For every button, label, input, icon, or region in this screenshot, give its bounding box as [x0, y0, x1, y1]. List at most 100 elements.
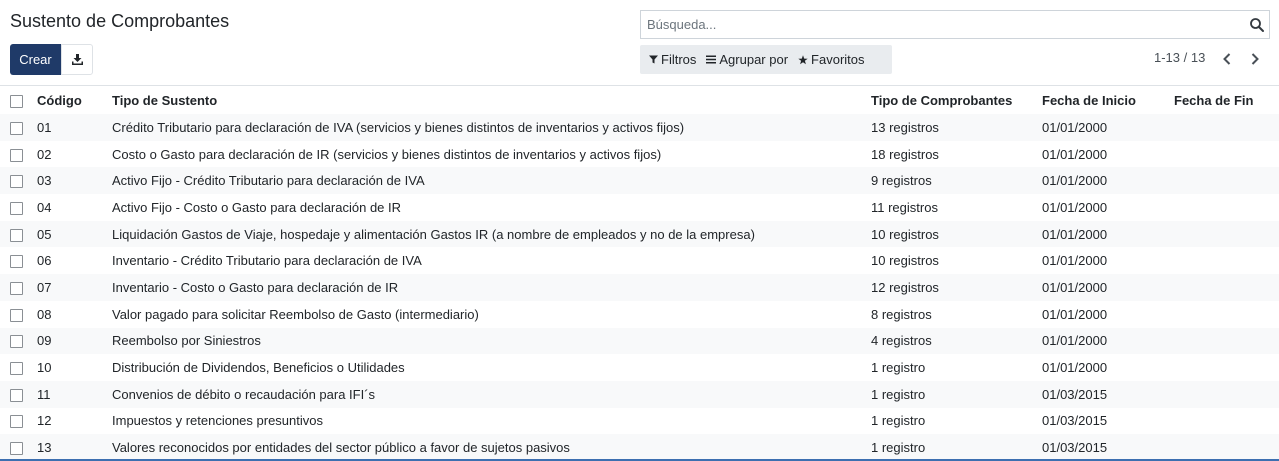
search-options-bar: Filtros Agrupar por Favoritos	[640, 45, 892, 74]
row-checkbox-cell	[0, 381, 37, 408]
table-row[interactable]: 06 Inventario - Crédito Tributario para d…	[0, 247, 1279, 274]
create-button[interactable]: Crear	[10, 44, 61, 75]
column-header-tipo-sustento[interactable]: Tipo de Sustento	[112, 86, 871, 114]
column-header-fecha-fin[interactable]: Fecha de Fin	[1174, 86, 1279, 114]
cell-fecha-inicio: 01/01/2000	[1042, 253, 1108, 269]
row-checkbox[interactable]	[10, 228, 23, 242]
table-row[interactable]: 13 Valores reconocidos por entidades del …	[0, 434, 1279, 461]
download-button[interactable]	[61, 44, 93, 75]
column-header-tipo-comprobantes[interactable]: Tipo de Comprobantes	[871, 86, 1042, 114]
table-row[interactable]: 01 Crédito Tributario para declaración de…	[0, 114, 1279, 141]
cell-tipo-comprobantes: 10 registros	[871, 253, 939, 269]
row-checkbox-cell	[0, 274, 37, 301]
column-header-codigo[interactable]: Código	[37, 86, 112, 114]
column-header-fecha-inicio[interactable]: Fecha de Inicio	[1042, 86, 1174, 114]
table-row[interactable]: 09 Reembolso por Siniestros 4 registros 01/…	[0, 327, 1279, 355]
cell-fecha-fin	[1174, 247, 1279, 274]
row-checkbox[interactable]	[10, 121, 23, 135]
pager-value[interactable]: 1-13 / 13	[1154, 50, 1205, 65]
records-table: Código Tipo de Sustento Tipo de Comproba…	[0, 86, 1279, 461]
chevron-left-icon	[1223, 53, 1231, 65]
row-checkbox-cell	[0, 301, 37, 328]
cell-codigo: 04	[37, 199, 52, 215]
download-icon	[71, 54, 83, 65]
row-checkbox[interactable]	[10, 282, 23, 295]
row-checkbox-cell	[0, 141, 37, 168]
cell-codigo: 02	[37, 146, 52, 162]
cell-fecha-inicio: 01/03/2015	[1042, 413, 1108, 429]
cell-tipo-comprobantes: 11 registros	[871, 199, 938, 215]
cell-fecha-fin	[1174, 167, 1279, 194]
cell-codigo: 08	[37, 306, 52, 322]
cell-codigo: 11	[37, 386, 51, 402]
cell-fecha-fin	[1174, 114, 1279, 141]
cell-fecha-inicio: 01/01/2000	[1042, 279, 1108, 295]
cell-fecha-inicio: 01/01/2000	[1042, 173, 1108, 189]
row-checkbox[interactable]	[10, 175, 23, 189]
favorites-label: Favoritos	[811, 52, 865, 67]
table-row[interactable]: 04 Activo Fijo - Costo o Gasto para decla…	[0, 194, 1279, 221]
row-checkbox[interactable]	[10, 442, 23, 456]
search-input[interactable]	[641, 11, 1241, 38]
row-checkbox-cell	[0, 247, 37, 274]
cell-codigo: 10	[37, 360, 52, 376]
cell-fecha-fin	[1174, 141, 1279, 168]
cell-codigo: 07	[37, 279, 52, 295]
filters-label: Filtros	[661, 52, 697, 67]
table-row[interactable]: 07 Inventario - Costo o Gasto para declar…	[0, 274, 1279, 301]
pager-next-button[interactable]	[1247, 50, 1263, 68]
cell-fecha-fin	[1174, 408, 1279, 435]
cell-tipo-sustento: Costo o Gasto para declaración de IR (se…	[112, 146, 662, 162]
filters-button[interactable]: Filtros	[640, 45, 701, 74]
cell-tipo-sustento: Convenios de débito o recaudación para I…	[112, 386, 376, 402]
table-row[interactable]: 05 Liquidación Gastos de Viaje, hospedaje…	[0, 220, 1279, 248]
pager-previous-button[interactable]	[1219, 50, 1235, 68]
cell-tipo-sustento: Activo Fijo - Crédito Tributario para de…	[112, 173, 425, 189]
cell-codigo: 05	[37, 226, 52, 242]
group-by-button[interactable]: Agrupar por	[701, 45, 793, 74]
row-checkbox[interactable]	[10, 362, 23, 376]
row-checkbox[interactable]	[10, 201, 23, 215]
cell-tipo-comprobantes: 1 registro	[871, 413, 926, 429]
row-checkbox-cell	[0, 328, 37, 355]
cell-tipo-comprobantes: 1 registro	[871, 360, 926, 376]
row-checkbox[interactable]	[10, 148, 23, 162]
cell-fecha-fin	[1174, 194, 1279, 221]
cell-fecha-fin	[1174, 381, 1279, 408]
search-icon[interactable]	[1249, 17, 1265, 33]
cell-codigo: 06	[37, 253, 52, 269]
table-row[interactable]: 12 Impuestos y retenciones presuntivos 1 r…	[0, 408, 1279, 435]
cell-tipo-comprobantes: 12 registros	[871, 279, 939, 295]
row-checkbox[interactable]	[10, 388, 23, 402]
row-checkbox[interactable]	[10, 335, 23, 349]
table-row[interactable]: 08 Valor pagado para solicitar Reembolso …	[0, 301, 1279, 328]
cell-fecha-inicio: 01/03/2015	[1042, 440, 1108, 456]
row-checkbox[interactable]	[10, 415, 23, 429]
chevron-right-icon	[1251, 53, 1259, 65]
page-title: Sustento de Comprobantes	[10, 11, 230, 31]
table-row[interactable]: 11 Convenios de débito o recaudación para…	[0, 380, 1279, 408]
search-box	[640, 10, 1270, 39]
row-checkbox[interactable]	[10, 255, 23, 269]
row-checkbox-cell	[0, 354, 37, 381]
cell-tipo-comprobantes: 1 registro	[871, 386, 926, 402]
cell-tipo-comprobantes: 9 registros	[871, 173, 932, 189]
cell-tipo-sustento: Liquidación Gastos de Viaje, hospedaje y…	[112, 226, 755, 242]
cell-tipo-sustento: Inventario - Costo o Gasto para declarac…	[112, 279, 399, 295]
cell-codigo: 03	[37, 173, 52, 189]
cell-codigo: 01	[37, 119, 52, 135]
table-row[interactable]: 10 Distribución de Dividendos, Beneficios…	[0, 354, 1279, 381]
table-row[interactable]: 02 Costo o Gasto para declaración de IR (…	[0, 141, 1279, 168]
cell-tipo-sustento: Activo Fijo - Costo o Gasto para declara…	[112, 199, 402, 215]
cell-tipo-sustento: Reembolso por Siniestros	[112, 333, 261, 349]
cell-codigo: 09	[37, 333, 52, 349]
row-checkbox[interactable]	[10, 308, 23, 322]
select-all-checkbox[interactable]	[10, 95, 23, 109]
table-row[interactable]: 03 Activo Fijo - Crédito Tributario para …	[0, 167, 1279, 195]
favorites-button[interactable]: Favoritos	[793, 45, 869, 74]
cell-fecha-fin	[1174, 354, 1279, 381]
list-view: Código Tipo de Sustento Tipo de Comproba…	[0, 86, 1279, 461]
cell-tipo-comprobantes: 10 registros	[871, 226, 939, 242]
row-checkbox-cell	[0, 114, 37, 141]
table-header-row: Código Tipo de Sustento Tipo de Comproba…	[0, 86, 1279, 114]
